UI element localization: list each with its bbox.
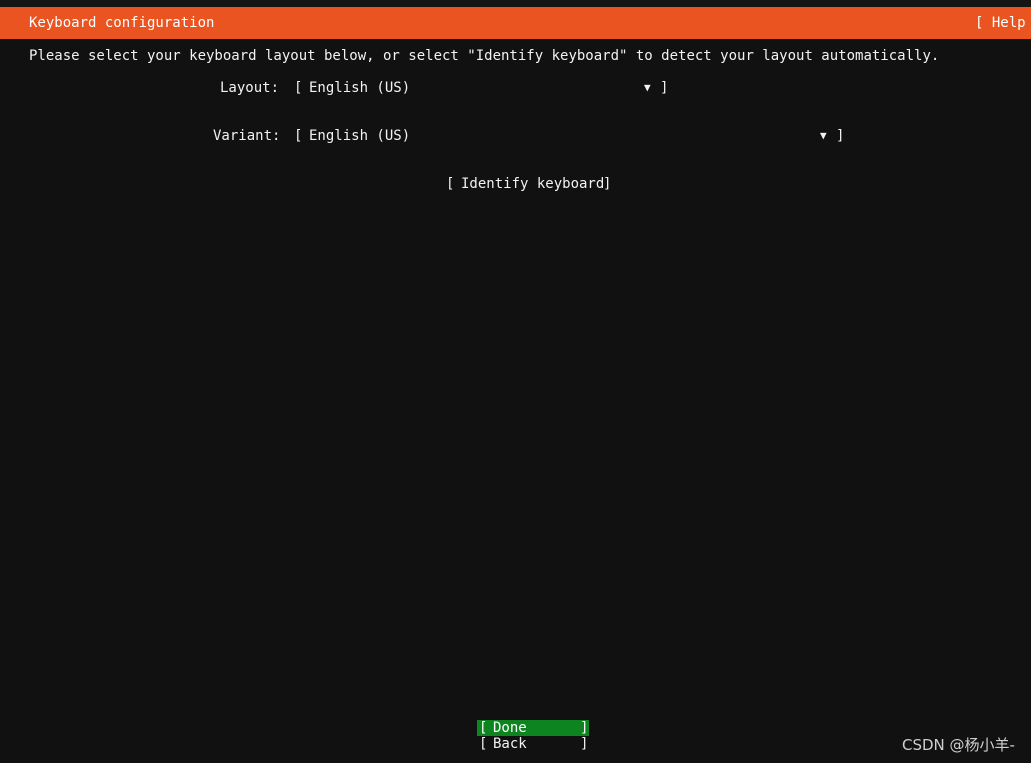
csdn-watermark: CSDN @杨小羊-: [902, 736, 1015, 754]
identify-keyboard-button[interactable]: [ Identify keyboard ]: [446, 176, 614, 192]
layout-close-bracket: ]: [660, 80, 669, 96]
variant-label: Variant:: [213, 128, 281, 144]
done-button[interactable]: [ Done ]: [477, 720, 589, 736]
back-button[interactable]: [ Back ]: [477, 736, 589, 752]
done-label: Done: [493, 720, 527, 736]
back-close-bracket: ]: [580, 736, 589, 752]
header-bar: Keyboard configuration [ Help ]: [0, 7, 1031, 39]
help-button[interactable]: [ Help ]: [975, 15, 1031, 31]
done-open-bracket: [: [479, 720, 488, 736]
back-open-bracket: [: [479, 736, 488, 752]
identify-label: Identify keyboard: [461, 176, 605, 192]
layout-open-bracket: [: [294, 80, 303, 96]
variant-close-bracket: ]: [836, 128, 845, 144]
top-strip: [0, 0, 1031, 7]
back-label: Back: [493, 736, 527, 752]
triangle-down-icon: ▼: [820, 129, 827, 142]
identify-close-bracket: ]: [603, 176, 612, 192]
layout-select[interactable]: [ English (US) ▼ ]: [294, 80, 668, 96]
variant-value: English (US): [309, 128, 411, 144]
variant-select[interactable]: [ English (US) ▼ ]: [294, 128, 846, 144]
done-close-bracket: ]: [580, 720, 589, 736]
layout-label: Layout:: [220, 80, 280, 96]
variant-open-bracket: [: [294, 128, 303, 144]
triangle-down-icon: ▼: [644, 81, 651, 94]
layout-value: English (US): [309, 80, 411, 96]
instructions-text: Please select your keyboard layout below…: [29, 48, 940, 64]
identify-open-bracket: [: [446, 176, 455, 192]
page-title: Keyboard configuration: [29, 15, 215, 31]
